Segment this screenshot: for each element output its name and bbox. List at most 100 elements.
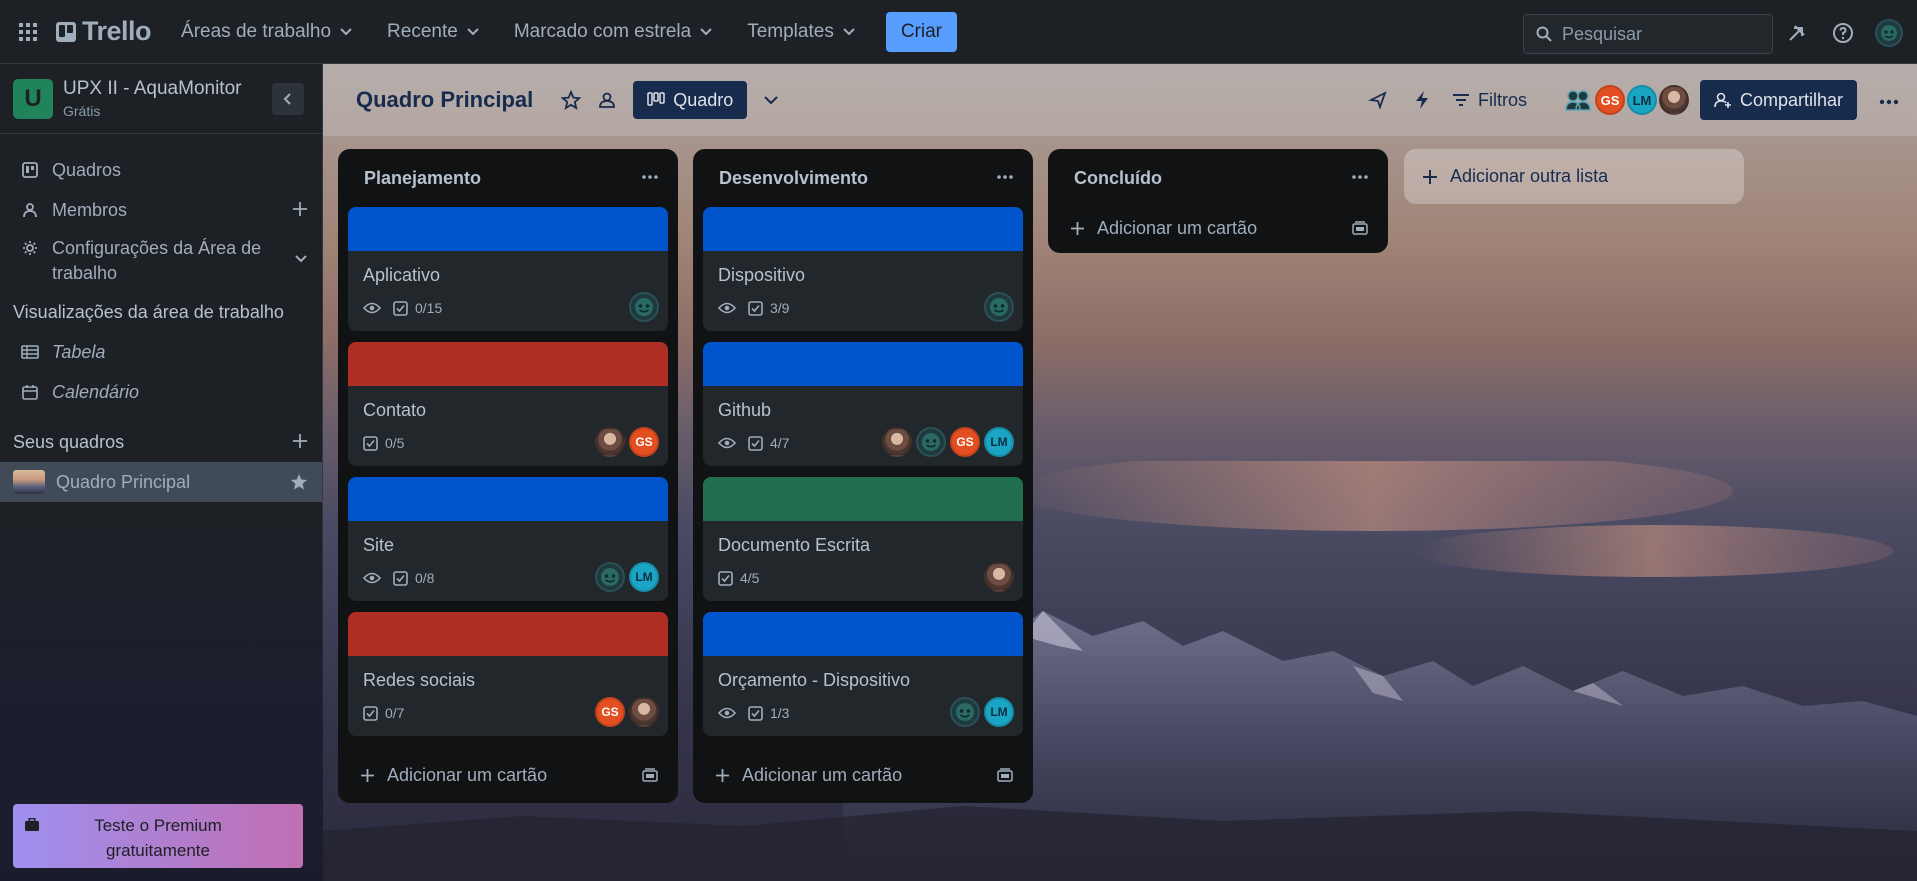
eye-icon <box>363 572 381 584</box>
list-header[interactable]: Desenvolvimento <box>693 149 1033 207</box>
robot-avatar-icon[interactable] <box>595 562 625 592</box>
card[interactable]: Github 4/7 GS LM <box>703 342 1023 466</box>
robot-avatar-icon[interactable] <box>629 292 659 322</box>
eye-icon <box>718 437 736 449</box>
sidebar-item-settings[interactable]: Configurações da Área de trabalho <box>0 230 322 286</box>
filters-label: Filtros <box>1478 89 1527 110</box>
help-icon[interactable] <box>1830 20 1856 46</box>
card-title: Dispositivo <box>718 265 806 285</box>
share-button[interactable]: Compartilhar <box>1700 80 1858 120</box>
plus-icon <box>360 768 375 783</box>
sidebar-item-members[interactable]: Membros <box>0 190 322 230</box>
list-header[interactable]: Planejamento <box>338 149 678 207</box>
card-cover <box>348 207 668 251</box>
user-avatar[interactable] <box>1874 18 1904 48</box>
robot-avatar-icon[interactable] <box>916 427 946 457</box>
nav-recent[interactable]: Recente <box>387 21 480 43</box>
notifications-icon[interactable] <box>1784 20 1810 46</box>
automation-icon[interactable] <box>1406 84 1438 116</box>
sidebar-item-calendar[interactable]: Calendário <box>0 372 322 412</box>
team-icon[interactable] <box>1563 85 1593 115</box>
board-view-button[interactable]: Quadro <box>633 81 748 119</box>
member-avatar-lm[interactable]: LM <box>984 427 1014 457</box>
star-board-icon[interactable] <box>555 84 587 116</box>
card[interactable]: Orçamento - Dispositivo 1/3 LM <box>703 612 1023 736</box>
workspace-header: U UPX II - AquaMonitor Grátis <box>0 64 322 134</box>
workspace-views-heading: Visualizações da área de trabalho <box>13 301 284 322</box>
plus-icon <box>1423 169 1437 184</box>
member-avatar-photo[interactable] <box>595 427 625 457</box>
trello-logo-icon <box>56 21 76 42</box>
card-template-icon[interactable] <box>642 766 658 787</box>
member-avatar-lm[interactable]: LM <box>629 562 659 592</box>
card[interactable]: Contato 0/5 GS <box>348 342 668 466</box>
card-template-icon[interactable] <box>1352 219 1368 240</box>
app-switcher-icon[interactable] <box>14 18 42 46</box>
robot-avatar-icon[interactable] <box>950 697 980 727</box>
member-avatar-lm[interactable]: LM <box>1627 85 1657 115</box>
card[interactable]: Site 0/8 LM <box>348 477 668 601</box>
chevron-left-icon <box>283 93 291 105</box>
create-button[interactable]: Criar <box>885 11 957 52</box>
member-avatar-photo[interactable] <box>882 427 912 457</box>
nav-workspaces-label: Áreas de trabalho <box>181 20 332 42</box>
card[interactable]: Documento Escrita 4/5 <box>703 477 1023 601</box>
sidebar-item-label: Quadro Principal <box>56 471 191 492</box>
nav-starred[interactable]: Marcado com estrela <box>514 21 713 43</box>
checklist-count: 0/8 <box>415 570 435 586</box>
card[interactable]: Dispositivo 3/9 <box>703 207 1023 331</box>
list-menu-icon[interactable] <box>1348 167 1372 187</box>
card-badges: 0/5 <box>363 435 404 451</box>
add-card-button[interactable]: Adicionar um cartão <box>693 747 1033 803</box>
power-ups-icon[interactable] <box>1362 84 1394 116</box>
add-card-button[interactable]: Adicionar um cartão <box>1048 203 1388 253</box>
robot-avatar-icon[interactable] <box>984 292 1014 322</box>
member-avatar-lm[interactable]: LM <box>984 697 1014 727</box>
board-title[interactable]: Quadro Principal <box>356 87 533 113</box>
member-avatar-photo[interactable] <box>629 697 659 727</box>
search-input[interactable] <box>1562 23 1752 45</box>
checklist-icon <box>748 705 763 721</box>
more-options-icon[interactable] <box>1873 86 1905 118</box>
add-member-icon[interactable] <box>292 201 308 222</box>
add-list-button[interactable]: Adicionar outra lista <box>1404 149 1744 204</box>
checklist-badge: 4/5 <box>718 570 759 586</box>
nav-templates[interactable]: Templates <box>747 21 856 43</box>
sidebar-item-boards[interactable]: Quadros <box>0 150 322 190</box>
chevron-down-icon <box>700 27 712 35</box>
add-list-label: Adicionar outra lista <box>1450 166 1609 186</box>
view-switcher-chevron-icon[interactable] <box>755 84 787 116</box>
search-box[interactable] <box>1523 14 1773 54</box>
sidebar-item-table[interactable]: Tabela <box>0 332 322 372</box>
workspace-name[interactable]: UPX II - AquaMonitor <box>63 78 241 100</box>
member-avatar-photo[interactable] <box>984 562 1014 592</box>
collapse-sidebar-button[interactable] <box>272 83 304 115</box>
member-avatar-gs[interactable]: GS <box>595 697 625 727</box>
premium-trial-label: Teste o Premium gratuitamente <box>94 816 222 860</box>
list-title: Concluído <box>1074 167 1162 188</box>
list-menu-icon[interactable] <box>638 167 662 187</box>
card[interactable]: Aplicativo 0/15 <box>348 207 668 331</box>
member-avatar-gs[interactable]: GS <box>950 427 980 457</box>
member-avatar-gs[interactable]: GS <box>1595 85 1625 115</box>
card-cover <box>348 342 668 386</box>
card[interactable]: Redes sociais 0/7 GS <box>348 612 668 736</box>
premium-trial-button[interactable]: Teste o Premium gratuitamente <box>13 804 303 868</box>
member-avatar-gs[interactable]: GS <box>629 427 659 457</box>
trello-logo[interactable]: Trello <box>56 16 152 47</box>
list-menu-icon[interactable] <box>993 167 1017 187</box>
star-icon[interactable] <box>290 473 308 496</box>
card-template-icon[interactable] <box>997 766 1013 787</box>
visibility-icon[interactable] <box>591 84 623 116</box>
robot-avatar-icon <box>1875 19 1903 47</box>
eye-icon <box>718 707 736 719</box>
workspace-avatar[interactable]: U <box>13 78 53 119</box>
chevron-down-icon <box>340 27 352 35</box>
add-card-button[interactable]: Adicionar um cartão <box>338 747 678 803</box>
list-header[interactable]: Concluído <box>1048 149 1388 207</box>
nav-workspaces[interactable]: Áreas de trabalho <box>181 21 353 43</box>
sidebar-board-quadro-principal[interactable]: Quadro Principal <box>0 462 322 502</box>
add-board-icon[interactable] <box>292 433 308 454</box>
filters-button[interactable]: Filtros <box>1452 84 1527 116</box>
member-avatar-photo[interactable] <box>1659 85 1689 115</box>
